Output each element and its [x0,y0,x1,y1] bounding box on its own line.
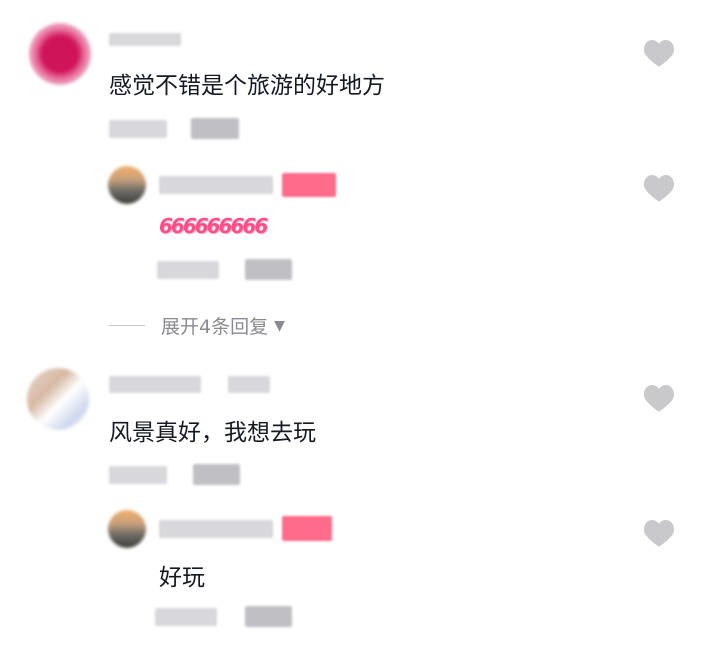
author-badge [282,173,336,197]
username[interactable] [109,33,181,46]
like-button[interactable] [642,38,676,68]
heart-icon [642,38,676,68]
comment-text: 感觉不错是个旅游的好地方 [109,73,385,99]
reply-button[interactable] [193,464,240,485]
reply-item: 好玩 [0,510,726,640]
comment-timestamp [109,120,167,138]
comment-timestamp [155,608,217,626]
reply-button[interactable] [245,606,292,627]
heart-icon [642,518,676,548]
comment-text: 风景真好，我想去玩 [109,420,316,446]
username[interactable] [159,520,273,538]
divider [109,325,145,326]
comment-timestamp [157,261,219,279]
like-button[interactable] [642,173,676,203]
expand-replies-label: 展开4条回复 [161,316,269,338]
avatar[interactable] [29,23,91,85]
heart-icon [642,383,676,413]
avatar[interactable] [108,166,146,204]
reply-button[interactable] [191,118,239,139]
like-button[interactable] [642,383,676,413]
like-button[interactable] [642,518,676,548]
reply-button[interactable] [245,259,292,280]
comment-timestamp [109,466,167,484]
comment-text: 好玩 [159,565,205,591]
expand-replies-button[interactable]: 展开4条回复 ▼ [109,312,285,339]
caret-down-icon: ▼ [274,317,285,334]
comment-item: 风景真好，我想去玩 好玩 [0,350,726,646]
comment-item: 感觉不错是个旅游的好地方 666666666 展开4条回复 ▼ [0,0,726,340]
heart-icon [642,173,676,203]
author-badge [282,516,332,541]
avatar[interactable] [108,510,146,548]
comment-location [228,376,270,393]
username[interactable] [109,376,201,393]
avatar[interactable] [27,368,89,430]
reply-item: 666666666 [0,160,726,290]
emoji-reaction: 666666666 [159,214,268,238]
username[interactable] [159,176,273,194]
